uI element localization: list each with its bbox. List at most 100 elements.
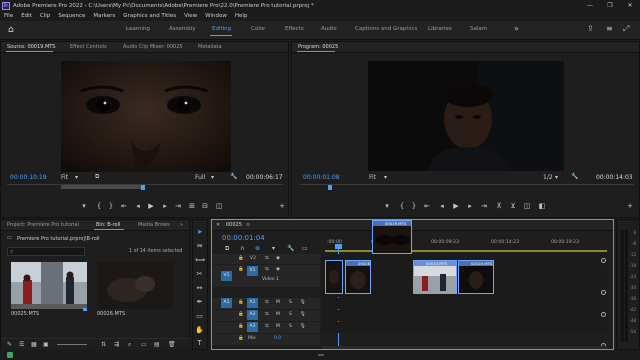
workspace-assembly[interactable]: Assembly <box>169 26 196 32</box>
track-eye-icon[interactable]: ◉ <box>276 267 280 272</box>
source-quality-chevron-icon[interactable]: ▾ <box>211 174 214 181</box>
timeline-clip-00026[interactable]: 00026 <box>345 260 371 294</box>
program-scale-chevron-icon[interactable]: ▾ <box>555 174 558 181</box>
mute-button[interactable]: M <box>276 324 280 329</box>
track-scroll-handle[interactable] <box>601 312 606 317</box>
sync-lock-icon[interactable]: ⇆ <box>265 267 269 272</box>
tab-media-browser[interactable]: Media Brows <box>138 222 170 228</box>
track-lock-icon[interactable]: 🔒 <box>238 267 244 272</box>
captions-icon[interactable]: ▭ <box>302 245 308 252</box>
source-add-button-icon[interactable]: + <box>278 202 286 210</box>
program-add-marker-icon[interactable]: ▾ <box>383 202 391 210</box>
source-patch-v1[interactable]: V1 <box>221 271 232 281</box>
source-time-ruler[interactable] <box>7 184 283 190</box>
timeline-clip-00020[interactable]: 00020.MTS <box>458 260 494 294</box>
mark-out-icon[interactable]: } <box>107 202 115 210</box>
home-icon[interactable]: ⌂ <box>8 25 18 35</box>
sync-lock-icon[interactable]: ⇆ <box>265 256 269 261</box>
export-frame-icon[interactable]: ◫ <box>215 202 223 210</box>
program-mark-out-icon[interactable]: } <box>410 202 418 210</box>
track-lane-a2[interactable] <box>322 310 607 321</box>
notifications-icon[interactable]: ≡ <box>606 24 613 33</box>
workspace-audio[interactable]: Audio <box>321 26 337 32</box>
sync-lock-icon[interactable]: ⇆ <box>265 300 269 305</box>
program-go-to-out-icon[interactable]: ⇥ <box>480 202 488 210</box>
razor-tool-icon[interactable]: ✂ <box>195 270 204 279</box>
more-panels-icon[interactable]: » <box>180 222 183 228</box>
workspace-learning[interactable]: Learning <box>126 26 150 32</box>
zoom-slider[interactable] <box>57 344 87 345</box>
track-lock-icon[interactable]: 🔒 <box>238 256 244 261</box>
menu-markers[interactable]: Markers <box>93 13 115 19</box>
track-target-a2[interactable]: A2 <box>247 310 258 320</box>
bin-search-input[interactable]: ⌕ <box>7 247 85 256</box>
automate-to-sequence-icon[interactable]: ⇶ <box>114 341 119 348</box>
program-wrench-icon[interactable]: 🔧 <box>571 173 578 180</box>
new-bin-icon[interactable]: ▭ <box>141 341 147 348</box>
menu-file[interactable]: File <box>4 13 13 19</box>
pencil-icon[interactable]: ✎ <box>7 341 12 348</box>
pen-tool-icon[interactable]: ✒ <box>195 298 204 307</box>
workspace-color[interactable]: Color <box>251 26 265 32</box>
track-select-tool-icon[interactable]: ⇛ <box>195 242 204 251</box>
close-icon[interactable]: ✕ <box>620 0 640 11</box>
linked-selection-icon[interactable]: ⊗ <box>255 245 260 252</box>
tab-metadata[interactable]: Metadata <box>198 44 222 50</box>
track-lane-a1[interactable] <box>322 298 607 309</box>
step-forward-icon[interactable]: ▸ <box>161 202 169 210</box>
program-timecode-in[interactable]: 00:00:01:08 <box>303 174 340 181</box>
program-fit-dropdown[interactable]: Fit <box>369 174 376 181</box>
mute-button[interactable]: M <box>276 312 280 317</box>
sort-icon[interactable]: ⇅ <box>101 341 106 348</box>
track-scroll-handle[interactable] <box>601 258 606 263</box>
program-scale-dropdown[interactable]: 1/2 <box>543 174 553 181</box>
menu-edit[interactable]: Edit <box>21 13 32 19</box>
track-target-a1[interactable]: A1 <box>247 298 258 308</box>
track-eye-icon[interactable]: ◉ <box>276 256 280 261</box>
mute-button[interactable]: M <box>276 300 280 305</box>
tab-program[interactable]: Program: 00025 <box>298 44 338 50</box>
track-lane-a3[interactable] <box>322 322 607 333</box>
track-target-v1[interactable]: V1 <box>247 266 258 276</box>
source-timecode-in[interactable]: 00:00:10:19 <box>10 174 47 181</box>
overwrite-icon[interactable]: ⊟ <box>201 202 209 210</box>
find-icon[interactable]: ⌕ <box>128 341 131 349</box>
menu-sequence[interactable]: Sequence <box>58 13 85 19</box>
menu-view[interactable]: View <box>184 13 197 19</box>
slip-tool-icon[interactable]: ↔ <box>195 284 204 293</box>
step-back-icon[interactable]: ◂ <box>134 202 142 210</box>
hand-tool-icon[interactable]: ✋ <box>195 326 204 335</box>
add-marker-icon[interactable]: ▾ <box>80 202 88 210</box>
timeline-clip-00023[interactable]: 00023.MTS <box>413 260 457 294</box>
resize-handle[interactable] <box>318 354 324 356</box>
program-step-back-icon[interactable]: ◂ <box>438 202 446 210</box>
solo-button[interactable]: S <box>289 312 292 317</box>
timeline-playhead-timecode[interactable]: 00:00:01:04 <box>222 234 265 242</box>
track-lock-icon[interactable]: 🔒 <box>238 336 244 341</box>
minimize-icon[interactable]: — <box>580 0 600 11</box>
voice-over-mic-icon[interactable]: 🎙 <box>300 312 306 317</box>
timeline-clip-00019[interactable]: 00019.MTS <box>372 220 412 254</box>
program-add-button-icon[interactable]: + <box>626 202 634 210</box>
source-quality-dropdown[interactable]: Full <box>195 174 205 181</box>
workspace-captions-and-graphics[interactable]: Captions and Graphics <box>355 26 417 32</box>
sync-lock-icon[interactable]: ⇆ <box>265 324 269 329</box>
source-settings-box-icon[interactable]: ⧉ <box>95 173 99 181</box>
sync-lock-icon[interactable]: ⇆ <box>265 312 269 317</box>
tab-project[interactable]: Project: Premiere Pro tutorial <box>7 222 79 228</box>
track-target-a3[interactable]: A3 <box>247 322 258 332</box>
ripple-edit-tool-icon[interactable]: ⟺ <box>195 256 205 265</box>
menu-window[interactable]: Window <box>205 13 227 19</box>
timeline-horizontal-scrollbar[interactable] <box>322 346 607 349</box>
share-icon[interactable]: ⇪ <box>587 24 594 33</box>
track-lock-icon[interactable]: 🔒 <box>238 300 244 305</box>
play-icon[interactable]: ▶ <box>147 202 155 210</box>
menu-clip[interactable]: Clip <box>40 13 50 19</box>
selection-tool-icon[interactable]: ➤ <box>195 228 204 237</box>
menu-graphics-and-titles[interactable]: Graphics and Titles <box>123 13 176 19</box>
list-view-icon[interactable]: ☰ <box>19 341 24 348</box>
timeline-ruler[interactable]: :00:00 00:00:04:23 00:00:09:23 00:00:14:… <box>325 232 607 252</box>
workspace-libraries[interactable]: Libraries <box>428 26 452 32</box>
source-wrench-icon[interactable]: 🔧 <box>230 173 237 180</box>
program-fit-chevron-icon[interactable]: ▾ <box>384 174 387 181</box>
